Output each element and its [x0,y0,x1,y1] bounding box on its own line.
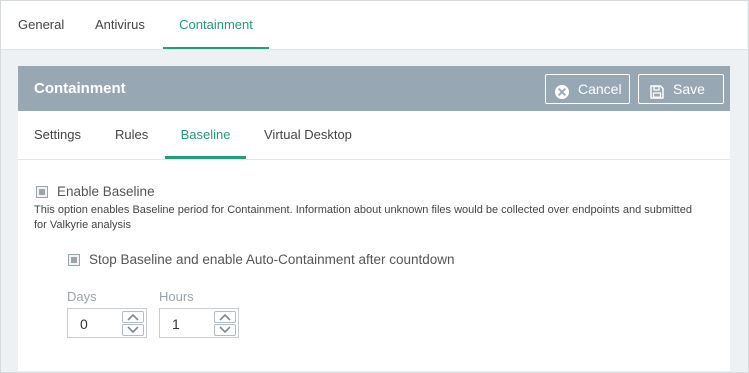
stop-baseline-checkbox[interactable] [68,254,80,266]
floppy-disk-icon [649,81,665,99]
baseline-description-line1: This option enables Baseline period for … [34,204,692,216]
days-value: 0 [80,316,88,332]
enable-baseline-label: Enable Baseline [57,184,155,199]
cancel-label: Cancel [578,81,622,97]
stop-baseline-label: Stop Baseline and enable Auto-Containmen… [89,252,455,267]
top-tab-bar: General Antivirus Containment [1,1,747,50]
chevron-up-icon [127,313,139,321]
tab-baseline[interactable]: Baseline [165,111,246,159]
tab-virtual-desktop[interactable]: Virtual Desktop [264,111,352,156]
tab-general[interactable]: General [18,1,64,47]
enable-baseline-checkbox[interactable] [36,186,48,198]
checkbox-indicator [39,189,45,195]
days-decrement-button[interactable] [122,324,144,336]
days-increment-button[interactable] [122,311,144,323]
tab-containment[interactable]: Containment [163,1,269,49]
hours-value: 1 [172,316,180,332]
hours-decrement-button[interactable] [214,324,236,336]
save-button[interactable]: Save [638,74,724,104]
days-label: Days [67,289,97,304]
baseline-description-line2: for Valkyrie analysis [34,219,131,231]
cancel-button[interactable]: Cancel [545,74,630,104]
containment-panel: Containment Cancel Save Settings Rules B… [18,66,730,371]
tab-settings[interactable]: Settings [34,111,81,156]
checkbox-indicator [71,257,77,263]
chevron-down-icon [219,326,231,334]
tab-antivirus[interactable]: Antivirus [95,1,145,47]
close-circle-icon [554,81,570,99]
chevron-down-icon [127,326,139,334]
days-stepper[interactable]: 0 [67,308,147,338]
panel-title: Containment [34,80,126,97]
hours-increment-button[interactable] [214,311,236,323]
panel-header: Containment Cancel Save [18,66,730,111]
hours-stepper[interactable]: 1 [159,308,239,338]
hours-label: Hours [159,289,194,304]
save-label: Save [673,81,705,97]
sub-tab-bar: Settings Rules Baseline Virtual Desktop [18,111,730,160]
tab-rules[interactable]: Rules [115,111,148,156]
chevron-up-icon [219,313,231,321]
